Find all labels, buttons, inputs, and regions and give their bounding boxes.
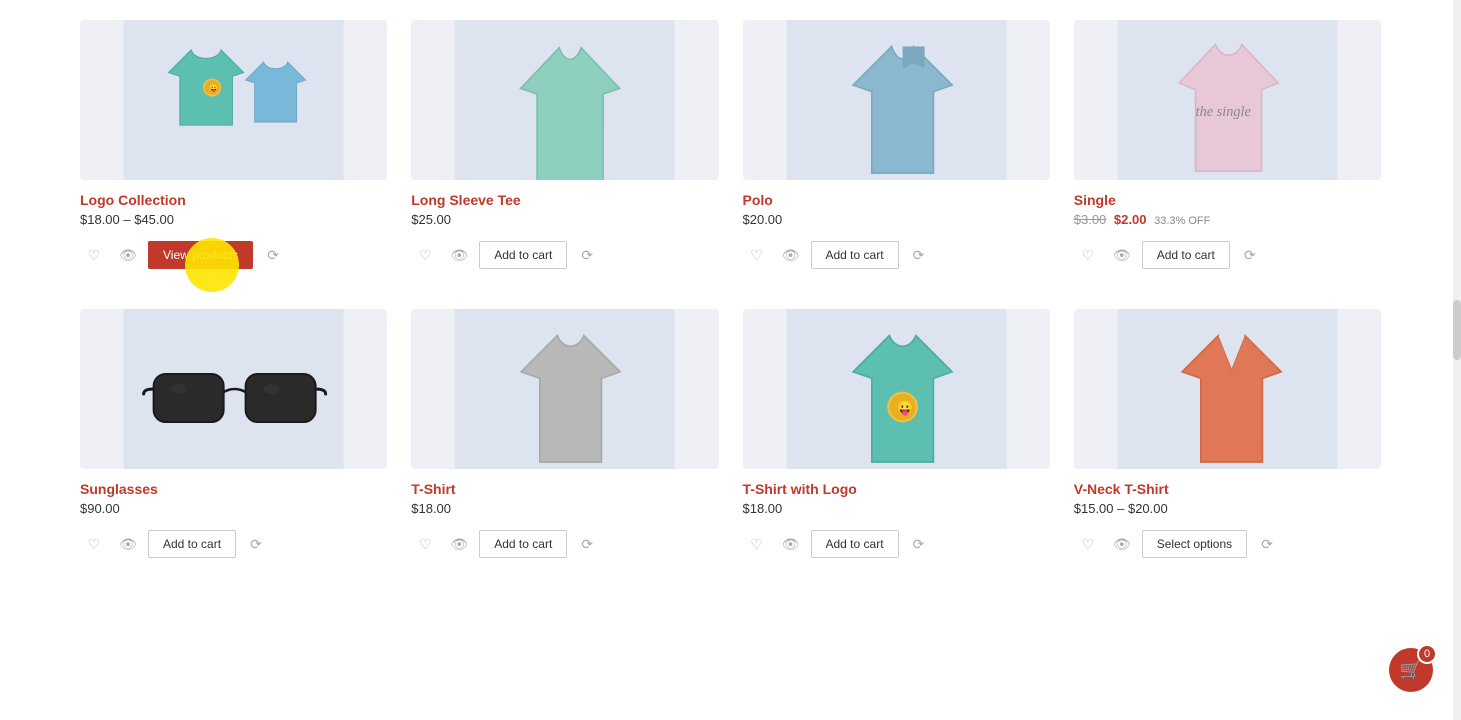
compare-icon-t-shirt[interactable]: ⟳ [573,530,601,558]
scrollbar[interactable] [1453,0,1461,720]
compare-icon-logo-collection[interactable]: ⟳ [259,241,287,269]
product-actions-t-shirt: ♡ 👁 Add to cart ⟳ [411,530,718,558]
product-price-sunglasses: $90.00 [80,501,387,516]
compare-icon-long-sleeve-tee[interactable]: ⟳ [573,241,601,269]
wishlist-icon-t-shirt[interactable]: ♡ [411,530,439,558]
product-title-t-shirt[interactable]: T-Shirt [411,481,718,497]
product-title-v-neck-t-shirt[interactable]: V-Neck T-Shirt [1074,481,1381,497]
product-title-sunglasses[interactable]: Sunglasses [80,481,387,497]
product-card-v-neck-t-shirt: V-Neck T-Shirt $15.00 – $20.00 ♡ 👁 Selec… [1074,309,1381,558]
compare-icon-single[interactable]: ⟳ [1236,241,1264,269]
cart-fab-button[interactable]: 🛒 0 [1389,648,1433,692]
product-image-long-sleeve-tee [411,20,718,180]
product-title-long-sleeve-tee[interactable]: Long Sleeve Tee [411,192,718,208]
add-to-cart-button-t-shirt-with-logo[interactable]: Add to cart [811,530,899,558]
svg-text:😛: 😛 [209,84,218,93]
add-to-cart-button-single[interactable]: Add to cart [1142,241,1230,269]
product-actions-logo-collection: ♡ 👁 View products ⟳ [80,241,387,269]
product-grid-row2: Sunglasses $90.00 ♡ 👁 Add to cart ⟳ [80,289,1381,578]
product-image-v-neck-t-shirt [1074,309,1381,469]
compare-icon-polo[interactable]: ⟳ [905,241,933,269]
wishlist-icon-t-shirt-with-logo[interactable]: ♡ [743,530,771,558]
product-card-single: the single Single $3.00 $2.00 33.3% OFF … [1074,20,1381,269]
product-grid-row1: 😛 Logo Collection $18.00 – $45.00 ♡ 👁 Vi… [80,0,1381,289]
product-price-t-shirt: $18.00 [411,501,718,516]
product-image-logo-collection: 😛 [80,20,387,180]
product-price-single: $3.00 $2.00 33.3% OFF [1074,212,1381,227]
quickview-icon-v-neck-t-shirt[interactable]: 👁 [1108,530,1136,558]
product-actions-sunglasses: ♡ 👁 Add to cart ⟳ [80,530,387,558]
product-title-logo-collection[interactable]: Logo Collection [80,192,387,208]
wishlist-icon-sunglasses[interactable]: ♡ [80,530,108,558]
cart-count-badge: 0 [1417,644,1437,664]
wishlist-icon-logo-collection[interactable]: ♡ [80,241,108,269]
product-image-t-shirt [411,309,718,469]
product-card-t-shirt: T-Shirt $18.00 ♡ 👁 Add to cart ⟳ [411,309,718,558]
product-image-polo [743,20,1050,180]
svg-text:the single: the single [1195,104,1251,120]
compare-icon-v-neck-t-shirt[interactable]: ⟳ [1253,530,1281,558]
product-price-t-shirt-with-logo: $18.00 [743,501,1050,516]
wishlist-icon-polo[interactable]: ♡ [743,241,771,269]
product-image-single: the single [1074,20,1381,180]
view-products-button-logo-collection[interactable]: View products [148,241,253,269]
product-price-long-sleeve-tee: $25.00 [411,212,718,227]
product-card-t-shirt-with-logo: 😛 T-Shirt with Logo $18.00 ♡ 👁 Add to ca… [743,309,1050,558]
add-to-cart-button-t-shirt[interactable]: Add to cart [479,530,567,558]
quickview-icon-t-shirt[interactable]: 👁 [445,530,473,558]
wishlist-icon-long-sleeve-tee[interactable]: ♡ [411,241,439,269]
product-actions-v-neck-t-shirt: ♡ 👁 Select options ⟳ [1074,530,1381,558]
quickview-icon-polo[interactable]: 👁 [777,241,805,269]
select-options-button-v-neck-t-shirt[interactable]: Select options [1142,530,1247,558]
product-price-v-neck-t-shirt: $15.00 – $20.00 [1074,501,1381,516]
quickview-icon-long-sleeve-tee[interactable]: 👁 [445,241,473,269]
product-card-polo: Polo $20.00 ♡ 👁 Add to cart ⟳ [743,20,1050,269]
product-price-logo-collection: $18.00 – $45.00 [80,212,387,227]
add-to-cart-button-long-sleeve-tee[interactable]: Add to cart [479,241,567,269]
product-title-polo[interactable]: Polo [743,192,1050,208]
svg-text:😛: 😛 [896,400,914,417]
quickview-icon-single[interactable]: 👁 [1108,241,1136,269]
product-actions-polo: ♡ 👁 Add to cart ⟳ [743,241,1050,269]
wishlist-icon-single[interactable]: ♡ [1074,241,1102,269]
cart-icon: 🛒 [1400,660,1422,681]
product-title-single[interactable]: Single [1074,192,1381,208]
product-title-t-shirt-with-logo[interactable]: T-Shirt with Logo [743,481,1050,497]
product-card-sunglasses: Sunglasses $90.00 ♡ 👁 Add to cart ⟳ [80,309,387,558]
wishlist-icon-v-neck-t-shirt[interactable]: ♡ [1074,530,1102,558]
quickview-icon-sunglasses[interactable]: 👁 [114,530,142,558]
product-actions-t-shirt-with-logo: ♡ 👁 Add to cart ⟳ [743,530,1050,558]
quickview-icon-logo-collection[interactable]: 👁 [114,241,142,269]
product-image-t-shirt-with-logo: 😛 [743,309,1050,469]
product-price-polo: $20.00 [743,212,1050,227]
add-to-cart-button-sunglasses[interactable]: Add to cart [148,530,236,558]
quickview-icon-t-shirt-with-logo[interactable]: 👁 [777,530,805,558]
product-card-logo-collection: 😛 Logo Collection $18.00 – $45.00 ♡ 👁 Vi… [80,20,387,269]
scroll-thumb[interactable] [1453,300,1461,360]
compare-icon-sunglasses[interactable]: ⟳ [242,530,270,558]
product-actions-long-sleeve-tee: ♡ 👁 Add to cart ⟳ [411,241,718,269]
add-to-cart-button-polo[interactable]: Add to cart [811,241,899,269]
compare-icon-t-shirt-with-logo[interactable]: ⟳ [905,530,933,558]
product-actions-single: ♡ 👁 Add to cart ⟳ [1074,241,1381,269]
product-card-long-sleeve-tee: Long Sleeve Tee $25.00 ♡ 👁 Add to cart ⟳ [411,20,718,269]
product-image-sunglasses [80,309,387,469]
